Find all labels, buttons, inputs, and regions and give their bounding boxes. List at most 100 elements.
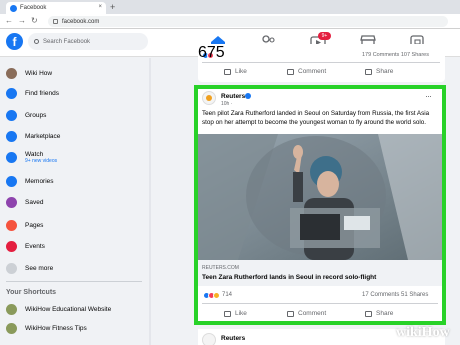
sidebar-item-sublabel: 9+ new videos (25, 157, 58, 164)
like-button[interactable]: Like (224, 310, 247, 317)
sidebar-item-wiki-how[interactable]: Wiki How (6, 65, 52, 81)
previous-comment-button[interactable]: Comment (287, 68, 326, 75)
link-preview[interactable] (198, 260, 442, 286)
shortcuts-heading: Your Shortcuts (6, 289, 57, 296)
sidebar-item-label: Find friends (25, 89, 59, 97)
sidebar-item-label: Marketplace (25, 132, 61, 140)
watch-icon (6, 151, 17, 163)
url-text: facebook.com (62, 18, 100, 25)
sidebar-item-text: Events (25, 243, 45, 250)
sidebar-item-text: See more (25, 265, 53, 272)
search-icon (34, 39, 39, 44)
divider (202, 303, 438, 304)
post-photo[interactable] (198, 134, 442, 260)
next-post-author[interactable]: Reuters (221, 335, 245, 342)
post-options-icon[interactable]: ··· (425, 91, 432, 101)
sidebar-item-watch[interactable]: Watch 9+ new videos (6, 149, 57, 165)
shortcut-label: WikiHow Educational Website (25, 305, 112, 313)
sidebar-item-saved[interactable]: Saved (6, 194, 43, 210)
wikihow-watermark: wikiHow (396, 325, 450, 340)
previous-post-card (198, 44, 445, 82)
like-icon (224, 68, 231, 75)
facebook-logo[interactable]: f (6, 33, 23, 50)
sidebar-item-find-friends[interactable]: Find friends (6, 85, 59, 101)
sidebar-item-text: Find friends (25, 90, 59, 97)
sidebar-item-text: Groups (25, 112, 46, 119)
link-domain: REUTERS.COM (202, 265, 239, 271)
comment-icon (287, 310, 294, 317)
sidebar-item-text: Memories (25, 178, 54, 185)
sidebar-item-label: Saved (25, 198, 44, 206)
sidebar-item-label: Wiki How (25, 69, 53, 77)
sidebar-item-events[interactable]: Events (6, 238, 45, 254)
tab-title: Facebook (20, 5, 47, 11)
sidebar-item-text: Wiki How (25, 70, 52, 77)
memories-icon (6, 175, 17, 187)
post-time[interactable]: 10h · (221, 101, 232, 107)
comment-button[interactable]: Comment (287, 310, 326, 317)
browser-tab[interactable]: Facebook × (6, 2, 106, 14)
sidebar-item-label: Groups (25, 111, 47, 119)
forward-icon[interactable]: → (18, 15, 26, 27)
marketplace-icon (6, 130, 17, 142)
post-text: Teen pilot Zara Rutherford landed in Seo… (202, 110, 430, 126)
facebook-favicon-icon (10, 4, 17, 12)
like-icon (224, 310, 231, 317)
sidebar-item-label: Watch (25, 150, 44, 158)
tab-close-icon[interactable]: × (98, 4, 102, 10)
sidebar-item-groups[interactable]: Groups (6, 107, 46, 123)
shortcut-item-educational[interactable]: WikiHow Educational Website (6, 301, 111, 317)
sidebar-item-label: See more (25, 264, 54, 272)
sidebar-item-label: Pages (25, 221, 44, 229)
sidebar-item-text: Saved (25, 199, 43, 206)
sidebar-item-memories[interactable]: Memories (6, 173, 54, 189)
pages-icon (6, 219, 17, 231)
previous-post-reaction-count[interactable]: 675 (198, 44, 225, 62)
post-reactions[interactable] (203, 292, 220, 299)
post-reaction-count[interactable]: 714 (222, 292, 232, 298)
link-title[interactable]: Teen Zara Rutherford lands in Seoul in r… (202, 274, 376, 281)
watch-notification-badge: 9+ (318, 32, 331, 40)
verified-badge-icon (245, 93, 251, 99)
shortcut-label: WikiHow Fitness Tips (25, 324, 87, 332)
previous-like-button[interactable]: Like (224, 68, 247, 75)
sidebar-item-text: Watch 9+ new videos (25, 151, 57, 164)
post-author[interactable]: Reuters (221, 93, 245, 100)
share-button[interactable]: Share (365, 310, 393, 317)
back-icon[interactable]: ← (5, 15, 13, 27)
reuters-avatar[interactable] (202, 333, 216, 345)
share-icon (365, 68, 372, 75)
share-icon (365, 310, 372, 317)
events-icon (6, 240, 17, 252)
url-field[interactable]: facebook.com (48, 16, 448, 27)
sidebar-item-pages[interactable]: Pages (6, 217, 43, 233)
sidebar-item-marketplace[interactable]: Marketplace (6, 128, 60, 144)
sidebar-item-label: Memories (25, 177, 54, 185)
sidebar-item-see-more[interactable]: See more (6, 260, 53, 276)
sidebar-scrollbar[interactable] (149, 58, 151, 345)
lock-icon (53, 19, 58, 24)
see-more-icon (6, 262, 17, 274)
reload-icon[interactable]: ↻ (31, 15, 38, 27)
previous-post-stats[interactable]: 179 Comments 107 Shares (362, 52, 429, 58)
sidebar-item-text: Marketplace (25, 133, 60, 140)
saved-icon (6, 196, 17, 208)
previous-share-button[interactable]: Share (365, 68, 393, 75)
reuters-avatar[interactable] (202, 91, 216, 105)
shortcut-avatar-icon (6, 322, 17, 334)
find-friends-icon (6, 87, 17, 99)
comment-icon (287, 68, 294, 75)
shortcut-item-fitness[interactable]: WikiHow Fitness Tips (6, 320, 87, 336)
wow-reaction-icon (213, 292, 220, 299)
wiki-how-icon (6, 67, 17, 79)
groups-icon (6, 109, 17, 121)
sidebar-divider (6, 281, 142, 282)
search-input[interactable]: Search Facebook (28, 33, 148, 50)
post-stats[interactable]: 17 Comments 51 Shares (362, 292, 428, 298)
sidebar-item-text: Pages (25, 222, 43, 229)
shortcut-avatar-icon (6, 303, 17, 315)
pilot-photo-illustration (198, 134, 442, 260)
search-placeholder: Search Facebook (43, 38, 91, 45)
divider (202, 62, 440, 63)
new-tab-button[interactable]: + (110, 2, 115, 12)
